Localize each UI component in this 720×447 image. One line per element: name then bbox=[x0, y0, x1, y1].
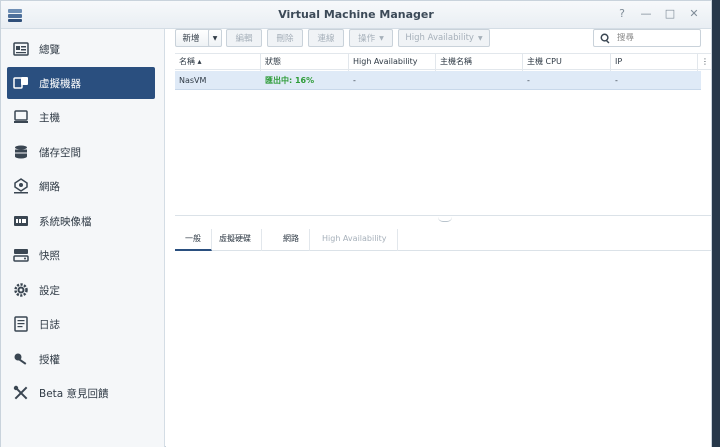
chevron-down-icon: ▼ bbox=[477, 34, 483, 42]
vmm-window: Virtual Machine Manager ? — □ ✕ 總覽 虛擬機器 … bbox=[0, 0, 712, 447]
sidebar-item-label: 系統映像檔 bbox=[39, 215, 92, 228]
edit-button-label: 編輯 bbox=[235, 34, 253, 44]
tab-network[interactable]: 網路 bbox=[273, 229, 310, 251]
help-icon[interactable]: ? bbox=[615, 7, 629, 21]
high-availability-button-label: High Availability bbox=[405, 33, 474, 43]
column-high-availability[interactable]: High Availability bbox=[349, 54, 436, 71]
vm-status-cell: 匯出中: 16% bbox=[265, 76, 315, 85]
new-dropdown-button[interactable]: ▼ bbox=[208, 29, 222, 47]
vm-ha-cell: - bbox=[353, 76, 356, 85]
main-panel: 新增 ▼ 編輯 刪除 連線 操作 ▼ High Availability ▼ 搜… bbox=[166, 29, 711, 447]
vm-ip-cell: - bbox=[615, 76, 618, 85]
vm-name-cell: NasVM bbox=[179, 76, 207, 85]
column-menu-icon[interactable]: ⋮ bbox=[698, 54, 711, 71]
column-host-name[interactable]: 主機名稱 bbox=[436, 54, 523, 71]
sidebar-item-label: 授權 bbox=[39, 353, 60, 366]
sidebar-item-image[interactable]: 系統映像檔 bbox=[7, 205, 155, 237]
key-icon bbox=[13, 351, 29, 367]
storage-icon bbox=[13, 144, 29, 160]
vm-cpu-cell: - bbox=[527, 76, 530, 85]
column-host-cpu[interactable]: 主機 CPU bbox=[523, 54, 611, 71]
toolbar: 新增 ▼ 編輯 刪除 連線 操作 ▼ High Availability ▼ bbox=[166, 29, 711, 53]
sidebar-item-license[interactable]: 授權 bbox=[7, 343, 155, 375]
close-icon[interactable]: ✕ bbox=[687, 7, 701, 21]
edit-button[interactable]: 編輯 bbox=[226, 29, 262, 47]
sidebar-item-vm[interactable]: 虛擬機器 bbox=[7, 67, 155, 99]
tab-high-availability[interactable]: High Availability bbox=[312, 229, 398, 251]
column-name[interactable]: 名稱 ▴ bbox=[175, 54, 261, 71]
minimize-icon[interactable]: — bbox=[639, 7, 653, 21]
search-icon bbox=[600, 33, 610, 44]
sidebar-item-label: 快照 bbox=[39, 249, 60, 262]
chevron-down-icon: ▼ bbox=[379, 34, 384, 42]
sidebar-item-overview[interactable]: 總覽 bbox=[7, 33, 155, 65]
search-box[interactable] bbox=[593, 29, 701, 47]
chevron-down-icon: ▼ bbox=[212, 34, 218, 42]
snapshot-icon bbox=[13, 247, 29, 263]
window-title: Virtual Machine Manager bbox=[278, 8, 434, 21]
image-icon bbox=[13, 213, 29, 229]
action-button[interactable]: 操作 ▼ bbox=[349, 29, 393, 47]
table-header: 名稱 ▴ 狀態 High Availability 主機名稱 主機 CPU IP… bbox=[175, 53, 711, 71]
sidebar-item-storage[interactable]: 儲存空間 bbox=[7, 136, 155, 168]
overview-icon bbox=[13, 41, 29, 57]
sidebar-item-snapshot[interactable]: 快照 bbox=[7, 239, 155, 271]
vm-icon bbox=[13, 75, 29, 91]
sidebar-item-label: 儲存空間 bbox=[39, 146, 81, 159]
delete-button-label: 刪除 bbox=[276, 34, 294, 44]
connect-button-label: 連線 bbox=[317, 34, 335, 44]
sidebar-item-label: 主機 bbox=[39, 111, 60, 124]
sidebar-item-label: 網路 bbox=[39, 180, 60, 193]
action-button-label: 操作 bbox=[358, 34, 376, 44]
new-button-label: 新增 bbox=[182, 34, 200, 44]
sidebar-item-log[interactable]: 日誌 bbox=[7, 308, 155, 340]
tools-icon bbox=[13, 385, 29, 401]
panel-splitter[interactable] bbox=[175, 215, 711, 216]
sidebar-item-feedback[interactable]: Beta 意見回饋 bbox=[7, 377, 155, 409]
splitter-handle-icon[interactable] bbox=[438, 217, 452, 222]
network-icon bbox=[13, 178, 29, 194]
host-icon bbox=[13, 109, 29, 125]
tab-general[interactable]: 一般 bbox=[175, 229, 212, 251]
sidebar-item-label: Beta 意見回饋 bbox=[39, 387, 109, 400]
maximize-icon[interactable]: □ bbox=[663, 7, 677, 21]
desktop-background-strip bbox=[712, 0, 720, 447]
high-availability-button[interactable]: High Availability ▼ bbox=[398, 29, 490, 47]
gear-icon bbox=[13, 282, 29, 298]
sidebar-item-label: 總覽 bbox=[39, 43, 60, 56]
detail-tabs: 一般 虛擬硬碟 網路 High Availability bbox=[175, 229, 711, 251]
tab-virtual-disk[interactable]: 虛擬硬碟 bbox=[209, 229, 262, 251]
connect-button[interactable]: 連線 bbox=[308, 29, 344, 47]
log-icon bbox=[13, 316, 29, 332]
sidebar-item-host[interactable]: 主機 bbox=[7, 101, 155, 133]
title-bar[interactable]: Virtual Machine Manager ? — □ ✕ bbox=[1, 1, 711, 29]
sidebar-item-settings[interactable]: 設定 bbox=[7, 274, 155, 306]
table-row[interactable]: NasVM 匯出中: 16% - - - bbox=[175, 71, 701, 90]
delete-button[interactable]: 刪除 bbox=[267, 29, 303, 47]
sidebar-item-label: 日誌 bbox=[39, 318, 60, 331]
column-status[interactable]: 狀態 bbox=[261, 54, 349, 71]
search-input[interactable] bbox=[617, 33, 697, 43]
vm-host-cell bbox=[436, 71, 523, 90]
sidebar: 總覽 虛擬機器 主機 儲存空間 網路 系統映像檔 快照 設定 日誌 授權 Bet… bbox=[1, 29, 165, 447]
sidebar-item-network[interactable]: 網路 bbox=[7, 170, 155, 202]
column-ip[interactable]: IP bbox=[611, 54, 698, 71]
sidebar-item-label: 設定 bbox=[39, 284, 60, 297]
sidebar-item-label: 虛擬機器 bbox=[39, 77, 81, 90]
